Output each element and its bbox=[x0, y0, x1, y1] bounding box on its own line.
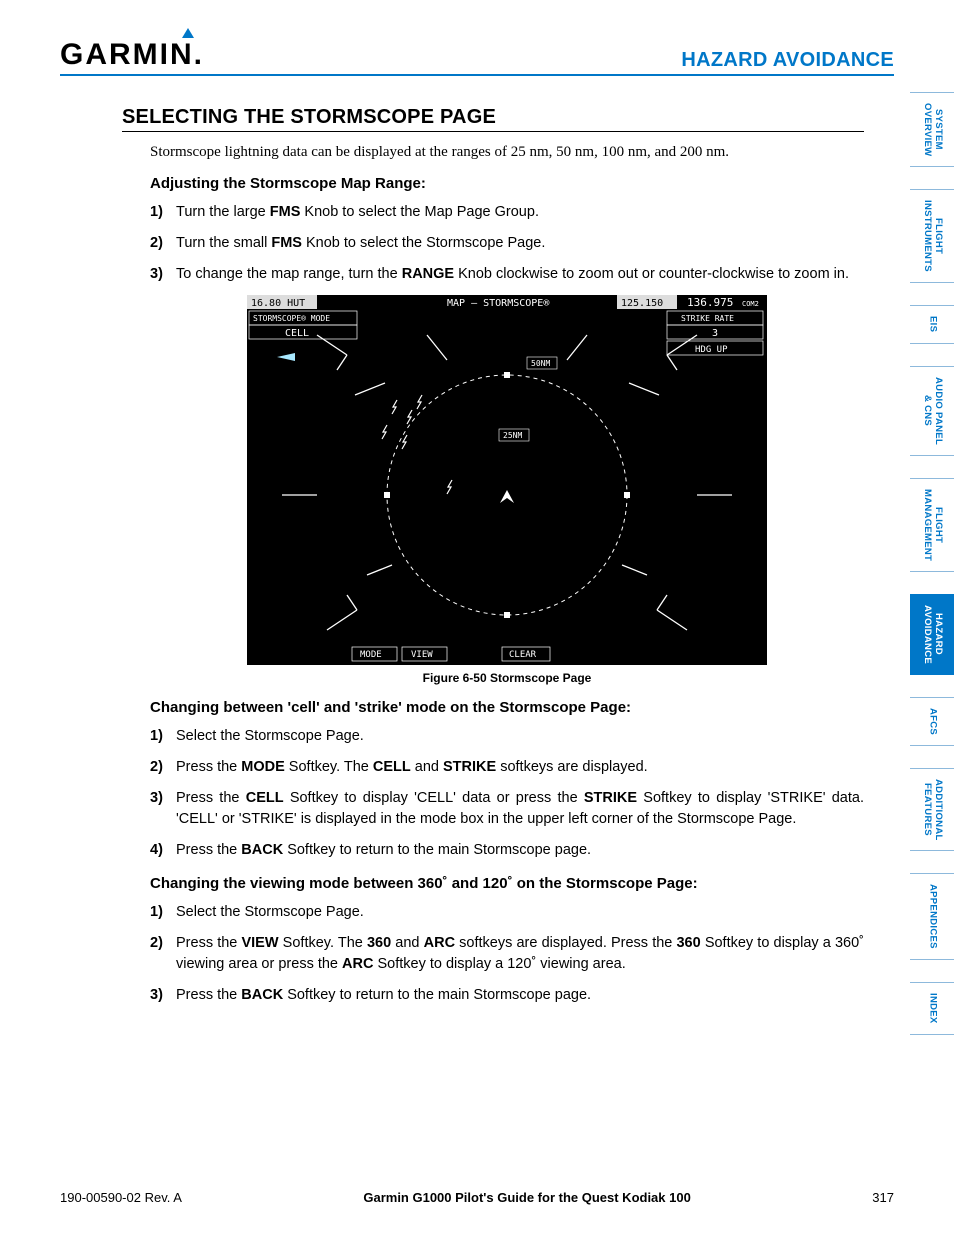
step-text: Turn the large FMS Knob to select the Ma… bbox=[176, 202, 864, 223]
side-tab-strip: SYSTEM OVERVIEW FLIGHT INSTRUMENTS EIS AUDI… bbox=[910, 92, 954, 1035]
strike-value: 3 bbox=[712, 328, 718, 339]
side-tab[interactable]: APPENDICES bbox=[910, 873, 954, 960]
intro-paragraph: Stormscope lightning data can be display… bbox=[150, 144, 864, 161]
com1-freq: 125.150 bbox=[621, 298, 663, 309]
step-item: 2)Press the MODE Softkey. The CELL and S… bbox=[150, 757, 864, 778]
subhead-cell-strike: Changing between 'cell' and 'strike' mod… bbox=[150, 699, 864, 716]
hdg-value: HDG UP bbox=[695, 345, 728, 355]
step-number: 2) bbox=[150, 233, 176, 254]
side-tab[interactable]: ADDITIONAL FEATURES bbox=[910, 768, 954, 852]
step-number: 3) bbox=[150, 264, 176, 285]
side-tab[interactable]: HAZARD AVOIDANCE bbox=[910, 594, 954, 675]
figure-caption: Figure 6-50 Stormscope Page bbox=[150, 671, 864, 685]
side-tab[interactable]: INDEX bbox=[910, 982, 954, 1035]
steps-view-mode: 1)Select the Stormscope Page. 2)Press th… bbox=[150, 902, 864, 1006]
mode-value: CELL bbox=[285, 328, 309, 339]
side-tab[interactable]: EIS bbox=[910, 305, 954, 343]
side-tab[interactable]: AUDIO PANEL & CNS bbox=[910, 366, 954, 456]
page-number: 317 bbox=[872, 1190, 894, 1205]
section-heading: SELECTING THE STORMSCOPE PAGE bbox=[122, 106, 864, 132]
softkey-mode: MODE bbox=[360, 650, 382, 660]
strike-label: STRIKE RATE bbox=[681, 314, 734, 323]
step-text: Turn the small FMS Knob to select the St… bbox=[176, 233, 864, 254]
step-item: 3)Press the CELL Softkey to display 'CEL… bbox=[150, 788, 864, 830]
step-item: 3)Press the BACK Softkey to return to th… bbox=[150, 985, 864, 1006]
hut-value: 16.80 HUT bbox=[251, 298, 305, 309]
range-inner: 25NM bbox=[503, 431, 522, 440]
subhead-view-mode: Changing the viewing mode between 360˚ a… bbox=[150, 875, 864, 892]
side-tab[interactable]: FLIGHT MANAGEMENT bbox=[910, 478, 954, 572]
side-tab[interactable]: AFCS bbox=[910, 697, 954, 746]
map-title: MAP – STORMSCOPE® bbox=[447, 298, 550, 309]
chapter-title: HAZARD AVOIDANCE bbox=[681, 49, 894, 72]
steps-cell-strike: 1)Select the Stormscope Page. 2)Press th… bbox=[150, 726, 864, 861]
step-number: 1) bbox=[150, 202, 176, 223]
step-item: 1)Turn the large FMS Knob to select the … bbox=[150, 202, 864, 223]
step-item: 2)Turn the small FMS Knob to select the … bbox=[150, 233, 864, 254]
step-item: 2)Press the VIEW Softkey. The 360 and AR… bbox=[150, 933, 864, 975]
doc-rev: 190-00590-02 Rev. A bbox=[60, 1190, 182, 1205]
side-tab[interactable]: FLIGHT INSTRUMENTS bbox=[910, 189, 954, 283]
steps-adjust-range: 1)Turn the large FMS Knob to select the … bbox=[150, 202, 864, 285]
softkey-view: VIEW bbox=[411, 650, 433, 660]
mode-label: STORMSCOPE® MODE bbox=[253, 314, 330, 323]
page-content: SELECTING THE STORMSCOPE PAGE Stormscope… bbox=[60, 106, 894, 1006]
step-item: 1)Select the Stormscope Page. bbox=[150, 726, 864, 747]
brand-triangle-icon bbox=[182, 28, 194, 38]
brand-logo: GARMIN. bbox=[60, 38, 204, 72]
doc-title: Garmin G1000 Pilot's Guide for the Quest… bbox=[363, 1190, 690, 1205]
step-item: 4)Press the BACK Softkey to return to th… bbox=[150, 840, 864, 861]
step-text: To change the map range, turn the RANGE … bbox=[176, 264, 864, 285]
range-outer: 50NM bbox=[531, 359, 550, 368]
softkey-clear: CLEAR bbox=[509, 650, 537, 660]
side-tab[interactable]: SYSTEM OVERVIEW bbox=[910, 92, 954, 167]
com2-freq: 136.975 bbox=[687, 296, 733, 309]
brand-text: GARMIN bbox=[60, 38, 194, 71]
figure-stormscope: 16.80 HUT MAP – STORMSCOPE® 125.150 136.… bbox=[150, 295, 864, 685]
subhead-adjust-range: Adjusting the Stormscope Map Range: bbox=[150, 175, 864, 192]
page-footer: 190-00590-02 Rev. A Garmin G1000 Pilot's… bbox=[60, 1190, 894, 1205]
step-item: 3)To change the map range, turn the RANG… bbox=[150, 264, 864, 285]
com2-label: COM2 bbox=[742, 300, 759, 308]
step-item: 1)Select the Stormscope Page. bbox=[150, 902, 864, 923]
stormscope-screenshot: 16.80 HUT MAP – STORMSCOPE® 125.150 136.… bbox=[247, 295, 767, 665]
page-header: GARMIN. HAZARD AVOIDANCE bbox=[60, 38, 894, 76]
